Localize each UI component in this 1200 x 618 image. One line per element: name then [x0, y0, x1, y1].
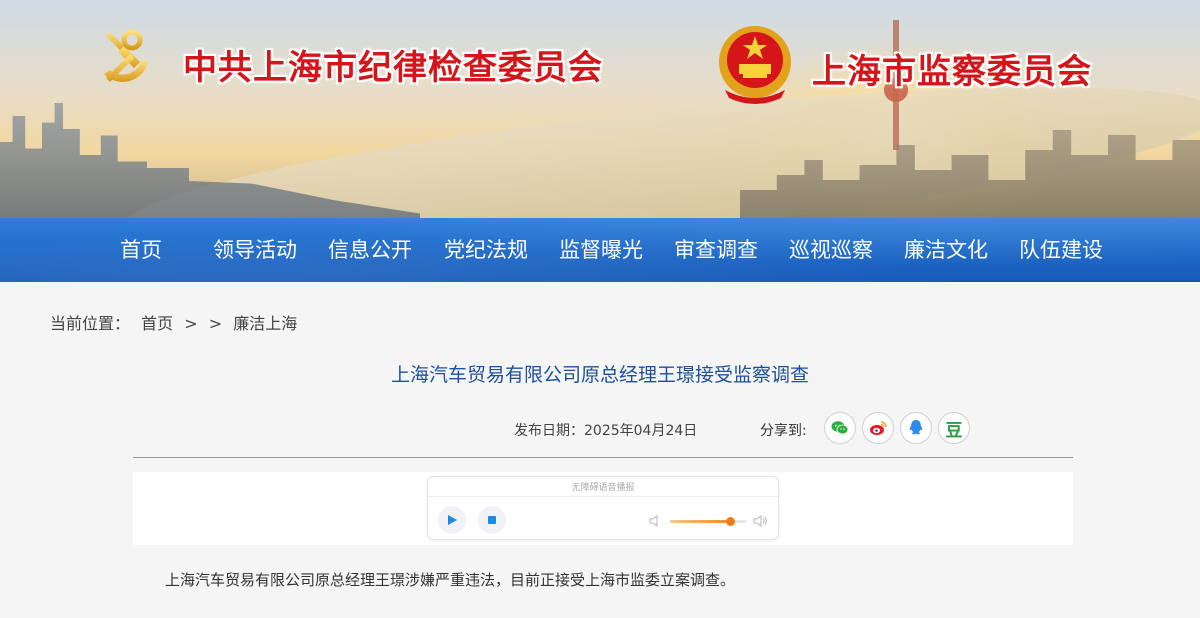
nav-item-regulations[interactable]: 党纪法规	[444, 218, 528, 282]
audio-player-caption: 无障碍语音播报	[428, 480, 778, 497]
nav-item-disclosure[interactable]: 信息公开	[328, 218, 412, 282]
share-weibo-button[interactable]	[862, 412, 894, 444]
breadcrumb-home[interactable]: 首页	[141, 314, 173, 333]
nav-item-exposure[interactable]: 监督曝光	[559, 218, 643, 282]
share-qq-button[interactable]	[900, 412, 932, 444]
header-title-left: 中共上海市纪律检查委员会	[183, 48, 603, 88]
volume-slider-fill	[670, 520, 731, 523]
volume-slider[interactable]	[670, 517, 746, 526]
nav-item-leadership[interactable]: 领导活动	[213, 218, 297, 282]
article-title: 上海汽车贸易有限公司原总经理王璟接受监察调查	[390, 364, 809, 386]
audio-player: 无障碍语音播报	[427, 476, 779, 540]
main-nav: 首页 领导活动 信息公开 党纪法规 监督曝光 审查调查 巡视巡察 廉洁文化 队伍…	[0, 218, 1200, 282]
volume-slider-handle[interactable]	[726, 517, 736, 526]
party-emblem-icon	[104, 29, 148, 82]
share-label: 分享到:	[760, 423, 807, 439]
breadcrumb-separator: >	[208, 314, 223, 333]
breadcrumb-separator: >	[184, 314, 198, 333]
nav-item-culture[interactable]: 廉洁文化	[904, 218, 988, 282]
volume-high-icon	[753, 514, 767, 528]
national-emblem-icon	[719, 26, 791, 104]
nav-item-inspection[interactable]: 巡视巡察	[789, 218, 873, 282]
breadcrumb-current[interactable]: 廉洁上海	[233, 314, 297, 333]
douban-icon: 豆	[945, 420, 963, 441]
content-divider	[133, 457, 1073, 458]
stop-button[interactable]	[478, 506, 506, 534]
publish-date: 发布日期：2025年04月24日	[514, 423, 698, 439]
article-body: 上海汽车贸易有限公司原总经理王璟涉嫌严重违法，目前正接受上海市监委立案调查。	[165, 571, 736, 589]
stop-icon	[488, 516, 496, 524]
share-douban-button[interactable]: 豆	[938, 412, 970, 444]
play-icon	[448, 515, 457, 525]
qq-icon	[909, 420, 923, 435]
header-banner: 中共上海市纪律检查委员会 上海市监察委员会	[0, 0, 1200, 218]
nav-item-home[interactable]: 首页	[120, 218, 162, 282]
nav-item-investigation[interactable]: 审查调查	[674, 218, 758, 282]
header-title-right: 上海市监察委员会	[812, 52, 1092, 92]
breadcrumb: 当前位置： 首页 > > 廉洁上海	[50, 310, 303, 334]
wechat-icon	[831, 421, 849, 435]
share-wechat-button[interactable]	[824, 412, 856, 444]
breadcrumb-prefix: 当前位置：	[50, 314, 131, 333]
volume-low-icon	[649, 514, 658, 528]
weibo-icon	[870, 421, 887, 435]
nav-item-team[interactable]: 队伍建设	[1019, 218, 1103, 282]
play-button[interactable]	[438, 506, 466, 534]
